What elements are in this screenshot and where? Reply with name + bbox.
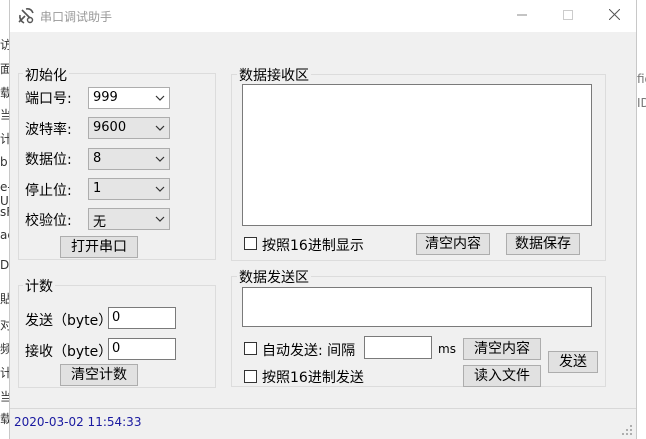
load-file-button[interactable]: 读入文件 (463, 365, 541, 387)
hex-send-label: 按照16进制发送 (262, 370, 364, 386)
databits-label: 数据位: (25, 152, 72, 168)
hex-send-checkbox[interactable] (244, 370, 257, 383)
parity-label: 校验位: (25, 213, 72, 229)
minimize-button[interactable] (499, 0, 545, 32)
background-right-char: ID (637, 96, 646, 110)
chevron-down-icon (155, 95, 165, 101)
recv-bytes-field[interactable]: 0 (108, 338, 176, 360)
baud-select[interactable]: 9600 (88, 117, 170, 139)
auto-send-label: 自动发送: 间隔 (262, 343, 356, 359)
hex-display-label: 按照16进制显示 (262, 238, 364, 254)
baud-label: 波特率: (25, 122, 72, 138)
send-button[interactable]: 发送 (548, 351, 598, 373)
close-button[interactable] (591, 0, 637, 32)
chevron-down-icon (155, 186, 165, 192)
port-select[interactable]: 999 (88, 87, 170, 109)
background-right-char: fig (637, 72, 646, 86)
background-left-char: D (0, 258, 10, 272)
stopbits-label: 停止位: (25, 183, 72, 199)
chevron-down-icon (155, 216, 165, 222)
parity-select[interactable]: 无 (88, 208, 170, 230)
port-label: 端口号: (25, 91, 72, 107)
init-legend: 初始化 (23, 65, 69, 85)
background-left-char: b (0, 155, 8, 169)
clear-receive-button[interactable]: 清空内容 (416, 233, 490, 255)
minimize-icon (517, 14, 527, 16)
auto-send-checkbox[interactable] (244, 342, 257, 355)
background-app-right: fig ID (637, 0, 646, 439)
databits-select[interactable]: 8 (88, 148, 170, 170)
hex-display-checkbox[interactable] (244, 237, 257, 250)
interval-unit: ms (438, 342, 456, 356)
close-icon (608, 8, 620, 21)
open-port-button[interactable]: 打开串口 (60, 236, 138, 258)
stopbits-select[interactable]: 1 (88, 178, 170, 200)
clear-send-button[interactable]: 清空内容 (463, 338, 541, 360)
count-legend: 计数 (23, 276, 55, 296)
sent-bytes-field[interactable]: 0 (108, 307, 176, 329)
background-app-left: 访面载当计 b e-U sF ac D 貼对频计当载 (0, 0, 14, 439)
clear-count-button[interactable]: 清空计数 (60, 364, 138, 386)
chevron-down-icon (155, 125, 165, 131)
maximize-icon (563, 10, 573, 20)
send-textarea[interactable] (242, 287, 592, 327)
receive-legend: 数据接收区 (237, 65, 311, 85)
chevron-down-icon (155, 156, 165, 162)
maximize-button[interactable] (545, 0, 591, 32)
interval-field[interactable] (364, 336, 432, 359)
status-datetime: 2020-03-02 11:54:33 (14, 415, 142, 429)
sent-bytes-label: 发送（byte） (25, 313, 113, 329)
window-title: 串口调试助手 (40, 10, 113, 24)
status-bar: 2020-03-02 11:54:33 (10, 408, 636, 439)
send-legend: 数据发送区 (237, 267, 311, 287)
resize-grip-icon[interactable] (622, 425, 632, 435)
serial-assistant-window: 串口调试助手 初始化 端口号: 999 波特率: 9600 数据位: 8 停止位… (9, 0, 637, 439)
title-bar[interactable]: 串口调试助手 (10, 0, 636, 32)
recv-bytes-label: 接收（byte） (25, 344, 113, 360)
app-icon (18, 8, 34, 24)
save-data-button[interactable]: 数据保存 (506, 233, 580, 255)
receive-textarea[interactable] (242, 84, 592, 226)
